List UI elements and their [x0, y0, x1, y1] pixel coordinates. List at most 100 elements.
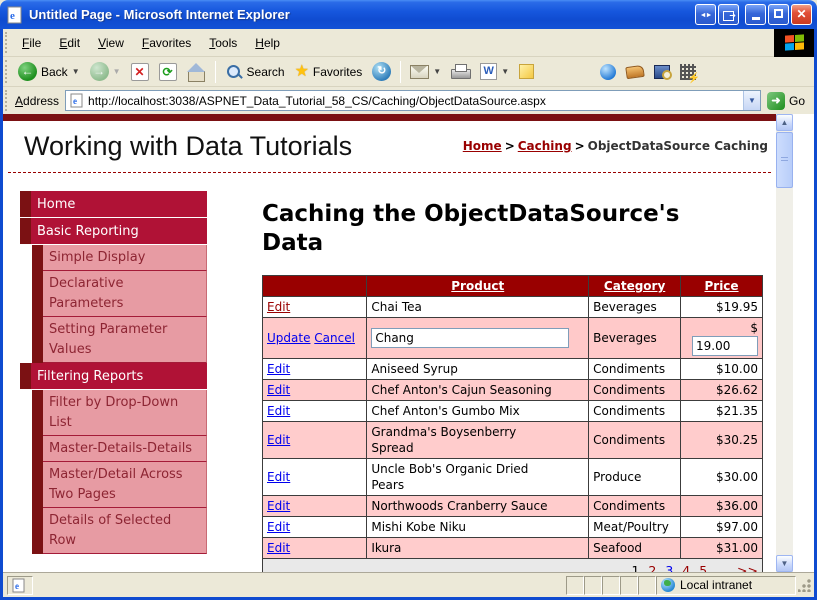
- messenger-button[interactable]: [595, 62, 621, 82]
- sidebar-item-simple-display[interactable]: Simple Display: [32, 245, 207, 271]
- sidebar-item-filtering-reports[interactable]: Filtering Reports: [20, 363, 207, 389]
- page-top-rule: [3, 114, 776, 121]
- main-content: Caching the ObjectDataSource's Data Prod…: [262, 191, 763, 572]
- home-button[interactable]: [182, 61, 211, 82]
- edit-link[interactable]: Edit: [267, 300, 290, 314]
- edit-link[interactable]: Edit: [267, 433, 290, 447]
- product-name-input[interactable]: [371, 328, 569, 348]
- product-cell: Ikura: [367, 538, 589, 559]
- sidebar-item-declarative-parameters[interactable]: Declarative Parameters: [32, 271, 207, 317]
- edit-link[interactable]: Edit: [267, 541, 290, 555]
- price-input[interactable]: [692, 336, 758, 356]
- sidebar-item-setting-parameter-values[interactable]: Setting Parameter Values: [32, 317, 207, 363]
- pager-next-link[interactable]: >>: [737, 563, 758, 572]
- ie-window: e Untitled Page - Microsoft Internet Exp…: [0, 0, 817, 600]
- scroll-down-button[interactable]: ▼: [776, 555, 793, 572]
- addon-button-2[interactable]: [675, 62, 701, 82]
- menu-favorites[interactable]: Favorites: [133, 32, 200, 54]
- sidebar-item-master-details-details[interactable]: Master-Details-Details: [32, 436, 207, 462]
- sidebar-item-master-detail-two-pages[interactable]: Master/Detail Across Two Pages: [32, 462, 207, 508]
- scroll-up-button[interactable]: ▲: [776, 114, 793, 131]
- page-icon: e: [11, 578, 26, 593]
- nav-notch: [20, 363, 31, 389]
- pager-page-3[interactable]: 3: [665, 563, 673, 572]
- close-button[interactable]: ✕: [791, 4, 812, 25]
- menu-view[interactable]: View: [89, 32, 133, 54]
- address-input[interactable]: [88, 92, 743, 109]
- pager-page-1: 1: [631, 563, 639, 572]
- breadcrumb-caching-link[interactable]: Caching: [518, 139, 572, 153]
- edit-link[interactable]: Edit: [267, 362, 290, 376]
- sidebar-item-basic-reporting[interactable]: Basic Reporting: [20, 218, 207, 244]
- scrollbar-track[interactable]: [776, 188, 793, 555]
- search-button[interactable]: Search: [220, 61, 290, 83]
- menu-bar: File Edit View Favorites Tools Help: [3, 29, 814, 57]
- history-button[interactable]: ↻: [367, 60, 396, 83]
- mail-button[interactable]: ▼: [405, 63, 446, 81]
- scrollbar-thumb[interactable]: [776, 132, 793, 188]
- discuss-button[interactable]: [514, 62, 539, 81]
- pager-page-4[interactable]: 4: [682, 563, 690, 572]
- globe-icon: [661, 578, 675, 592]
- sort-category-link[interactable]: Category: [604, 279, 665, 293]
- product-cell: Grandma's Boysenberry Spread: [371, 424, 551, 456]
- window-frame: File Edit View Favorites Tools Help ← Ba…: [0, 29, 817, 600]
- menu-help[interactable]: Help: [246, 32, 289, 54]
- menu-edit[interactable]: Edit: [50, 32, 89, 54]
- category-cell: Condiments: [589, 359, 681, 380]
- favorites-button[interactable]: ★ Favorites: [290, 62, 368, 82]
- back-icon: ←: [18, 62, 37, 81]
- nav-notch: [20, 218, 31, 244]
- stop-button[interactable]: ✕: [126, 61, 154, 83]
- sort-price-link[interactable]: Price: [704, 279, 738, 293]
- edit-link[interactable]: Edit: [267, 499, 290, 513]
- edit-link[interactable]: Edit: [267, 404, 290, 418]
- sort-product-link[interactable]: Product: [451, 279, 504, 293]
- breadcrumb-separator: >: [505, 139, 515, 153]
- edit-link[interactable]: Edit: [267, 520, 290, 534]
- breadcrumb-home-link[interactable]: Home: [463, 139, 502, 153]
- addressbar-grip: [5, 90, 10, 112]
- go-button[interactable]: ➜ Go: [761, 92, 811, 110]
- category-cell: Meat/Poultry: [589, 517, 681, 538]
- sidebar-item-filter-by-dropdown-list[interactable]: Filter by Drop-Down List: [32, 390, 207, 436]
- sidebar-item-label: Basic Reporting: [31, 218, 207, 244]
- titlebar-popout-button[interactable]: [718, 4, 739, 25]
- research-button[interactable]: [649, 63, 675, 81]
- edit-with-word-button[interactable]: W ▼: [475, 61, 514, 82]
- table-row: Edit Mishi Kobe Niku Meat/Poultry $97.00: [263, 517, 763, 538]
- sidebar-item-home[interactable]: Home: [20, 191, 207, 217]
- sidebar-item-label: Master-Details-Details: [43, 436, 207, 462]
- forward-button[interactable]: → ▼: [85, 60, 126, 83]
- address-dropdown-button[interactable]: ▼: [743, 91, 760, 110]
- refresh-button[interactable]: ⟳: [154, 61, 182, 83]
- grid-header-price: Price: [681, 276, 763, 297]
- minimize-button[interactable]: [745, 4, 766, 25]
- cancel-link[interactable]: Cancel: [314, 331, 355, 345]
- pager-ellipsis[interactable]: ...: [716, 563, 728, 572]
- zone-label: Local intranet: [680, 578, 752, 592]
- edit-link[interactable]: Edit: [267, 383, 290, 397]
- status-panel: [620, 576, 638, 595]
- pager-page-5[interactable]: 5: [699, 563, 707, 572]
- back-button[interactable]: ← Back ▼: [13, 60, 85, 83]
- menu-tools[interactable]: Tools: [200, 32, 246, 54]
- pager: 1 2 3 4 5 ... >>: [263, 559, 763, 573]
- maximize-button[interactable]: [768, 4, 789, 25]
- print-button[interactable]: [446, 62, 475, 81]
- resize-grip[interactable]: [798, 578, 812, 592]
- menu-file[interactable]: File: [13, 32, 50, 54]
- pager-page-2[interactable]: 2: [648, 563, 656, 572]
- search-label: Search: [247, 65, 285, 79]
- addon-button-1[interactable]: [621, 64, 649, 80]
- status-panel: [638, 576, 656, 595]
- update-link[interactable]: Update: [267, 331, 310, 345]
- edit-link[interactable]: Edit: [267, 470, 290, 484]
- stop-icon: ✕: [131, 63, 149, 81]
- sidebar-item-label: Details of Selected Row: [43, 508, 207, 554]
- titlebar-arrows-button[interactable]: [695, 4, 716, 25]
- sidebar-item-details-of-selected-row[interactable]: Details of Selected Row: [32, 508, 207, 554]
- home-icon: [187, 63, 206, 80]
- status-message: [33, 576, 566, 595]
- toolbar-separator: [400, 61, 401, 83]
